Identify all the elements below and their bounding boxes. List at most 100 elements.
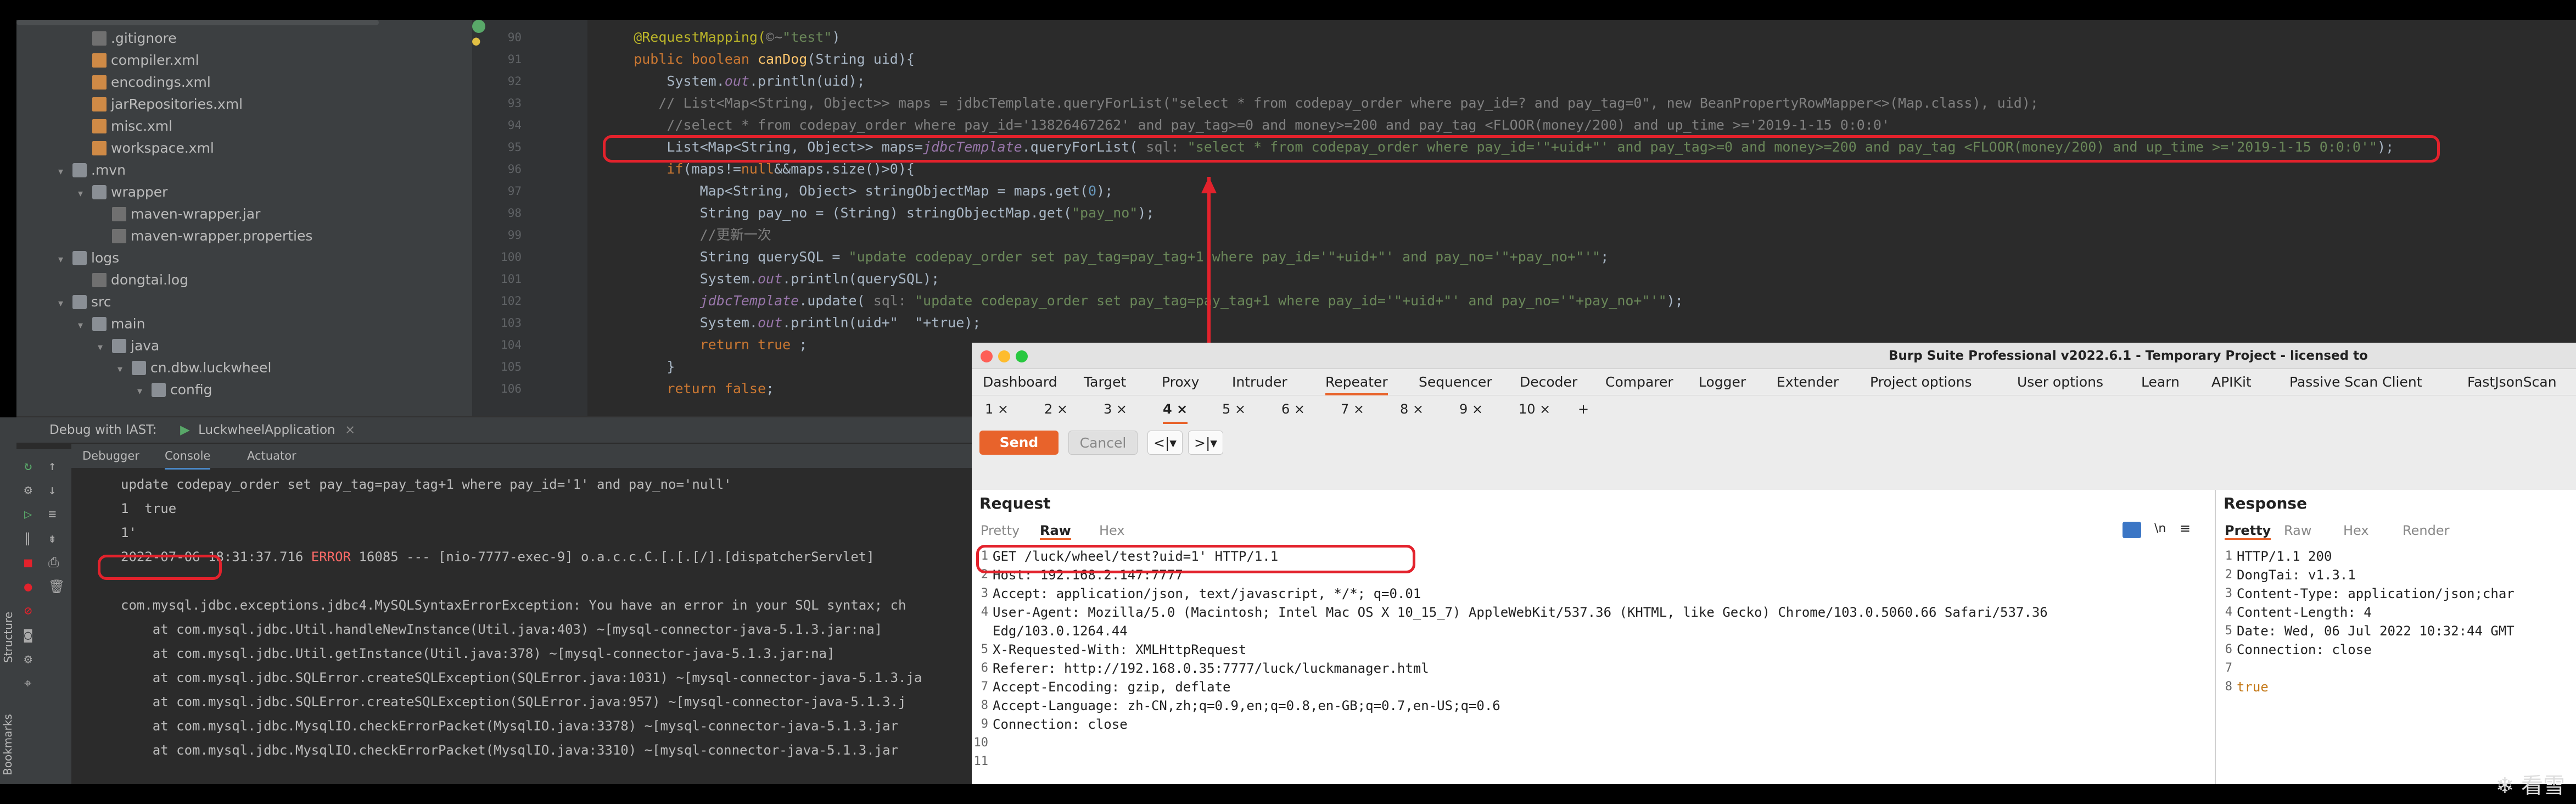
tree-item[interactable]: ▾ java [98,335,159,357]
pause-icon[interactable]: ∥ [24,531,31,546]
stop-icon[interactable]: ■ [24,555,32,570]
down-arrow-icon[interactable]: ↓ [48,482,56,498]
chevron-down-icon[interactable]: ▾ [58,249,72,271]
tree-item[interactable]: encodings.xml [78,71,211,93]
burp-tab-proxy[interactable]: Proxy [1162,369,1199,395]
repeater-tab[interactable]: 9 × [1459,397,1483,422]
chevron-down-icon[interactable]: ▾ [98,337,112,359]
response-body[interactable]: 1 HTTP/1.1 200 2 DongTai: v1.3.1 3 Content-Ty… [2216,547,2576,784]
chevron-down-icon[interactable]: ▾ [58,293,72,315]
burp-tab-user-options[interactable]: User options [2017,369,2103,395]
repeater-tab[interactable]: 2 × [1044,397,1068,422]
cancel-button[interactable]: Cancel [1068,431,1138,455]
close-icon[interactable]: × [345,423,355,437]
repeater-tab[interactable]: 10 × [1519,397,1550,422]
breakpoints-icon[interactable]: ● [24,579,32,594]
menu-icon[interactable]: ≡ [2180,521,2191,536]
tree-item[interactable]: jarRepositories.xml [78,93,243,115]
tree-item[interactable]: workspace.xml [78,137,214,159]
chevron-down-icon[interactable]: ▾ [78,315,92,337]
chevron-down-icon[interactable]: ▾ [58,161,72,183]
burp-tab-sequencer[interactable]: Sequencer [1419,369,1492,395]
tree-item[interactable]: dongtai.log [78,269,188,291]
rerun-icon[interactable]: ↻ [24,458,32,473]
request-body[interactable]: 1 GET /luck/wheel/test?uid=1' HTTP/1.1 2 Ho… [972,547,2215,784]
console-output[interactable]: update codepay_order set pay_tag=pay_tag… [71,470,972,784]
repeater-tab[interactable]: 4 × [1163,397,1188,424]
camera-icon[interactable]: ◙ [24,627,32,643]
forward-button[interactable]: >|▾ [1188,431,1223,455]
view-tab-raw[interactable]: Raw [1040,523,1071,540]
chevron-down-icon[interactable]: ▾ [117,359,132,381]
burp-tab-target[interactable]: Target [1084,369,1126,395]
chevron-down-icon[interactable]: ▾ [78,183,92,205]
bulb-icon[interactable]: ● [472,33,587,48]
repeater-tab[interactable]: 7 × [1341,397,1364,422]
send-button[interactable]: Send [979,431,1059,455]
tree-item[interactable]: maven-wrapper.jar [98,203,260,225]
scroll-end-icon[interactable]: ⇟ [48,531,56,546]
burp-tab-learn[interactable]: Learn [2141,369,2180,395]
wrap-toggle-icon[interactable] [2123,522,2141,538]
tree-item[interactable]: .gitignore [78,27,177,49]
burp-tab-apikit[interactable]: APIKit [2211,369,2252,395]
tree-item[interactable]: maven-wrapper.properties [98,225,312,247]
tree-item[interactable]: ▾ main [78,313,145,335]
code-token: jdbcTemplate [601,293,799,309]
tree-item[interactable]: ▾ logs [58,247,119,269]
view-tab-pretty[interactable]: Pretty [981,523,1020,538]
debug-app-tab[interactable]: LuckwheelApplication [198,423,335,437]
tree-item[interactable]: ▾ cn.dbw.luckwheel [117,357,271,379]
view-tab-pretty[interactable]: Pretty [2225,523,2271,540]
run-gutter-icon[interactable] [472,20,485,33]
burp-tab-decoder[interactable]: Decoder [1520,369,1577,395]
up-arrow-icon[interactable]: ↑ [48,458,56,473]
tree-scrollbar[interactable] [16,20,379,25]
burp-tab-logger[interactable]: Logger [1699,369,1746,395]
print-icon[interactable]: ⎙ [48,555,59,570]
burp-tab-dashboard[interactable]: Dashboard [983,369,1057,395]
view-tab-raw[interactable]: Raw [2284,523,2311,538]
repeater-tab[interactable]: 8 × [1400,397,1424,422]
trash-icon[interactable]: 🗑 [48,579,65,594]
wrap-icon[interactable]: ≡ [48,506,56,522]
repeater-tab[interactable]: 5 × [1222,397,1246,422]
resume-icon[interactable]: ▷ [24,506,32,522]
repeater-tab[interactable]: + [1578,397,1589,422]
minimize-window-icon[interactable] [998,350,1010,362]
tree-item[interactable]: misc.xml [78,115,172,137]
burp-tab-intruder[interactable]: Intruder [1232,369,1287,395]
repeater-tab[interactable]: 6 × [1281,397,1305,422]
mute-breakpoints-icon[interactable]: ⊘ [24,603,32,618]
tree-item[interactable]: ▾ src [58,291,111,313]
tree-item[interactable]: ▾ wrapper [78,181,167,203]
burp-tab-project-options[interactable]: Project options [1870,369,1972,395]
burp-tab-fastjsonscan[interactable]: FastJsonScan [2467,369,2557,395]
close-window-icon[interactable] [981,350,993,362]
tree-item[interactable]: compiler.xml [78,49,199,71]
burp-tab-extender[interactable]: Extender [1777,369,1839,395]
burp-tab-passive-scan-client[interactable]: Passive Scan Client [2289,369,2422,395]
tab-debugger[interactable]: Debugger [82,444,139,468]
back-button[interactable]: <|▾ [1147,431,1183,455]
burp-tab-repeater[interactable]: Repeater [1325,369,1388,395]
chevron-down-icon[interactable]: ▾ [137,381,152,403]
tree-item[interactable]: ▾ config [137,379,212,401]
newline-toggle[interactable]: \n [2154,522,2166,535]
repeater-tab[interactable]: 1 × [985,397,1009,422]
gear-icon[interactable]: ⚙ [24,651,32,667]
tab-actuator[interactable]: Actuator [247,444,296,468]
tab-console[interactable]: Console [165,444,211,470]
pin-icon[interactable]: ⌖ [24,675,32,691]
view-tab-hex[interactable]: Hex [1099,523,1125,538]
bookmarks-tab[interactable]: Bookmarks [1,710,14,775]
view-tab-hex[interactable]: Hex [2343,523,2369,538]
code-token: System. [601,315,758,331]
view-tab-render[interactable]: Render [2403,523,2449,538]
structure-tab[interactable]: Structure [2,602,15,663]
settings-icon[interactable]: ⚙ [24,482,32,498]
burp-tab-comparer[interactable]: Comparer [1605,369,1673,395]
maximize-window-icon[interactable] [1016,350,1028,362]
repeater-tab[interactable]: 3 × [1104,397,1127,422]
tree-item[interactable]: ▾ .mvn [58,159,126,181]
